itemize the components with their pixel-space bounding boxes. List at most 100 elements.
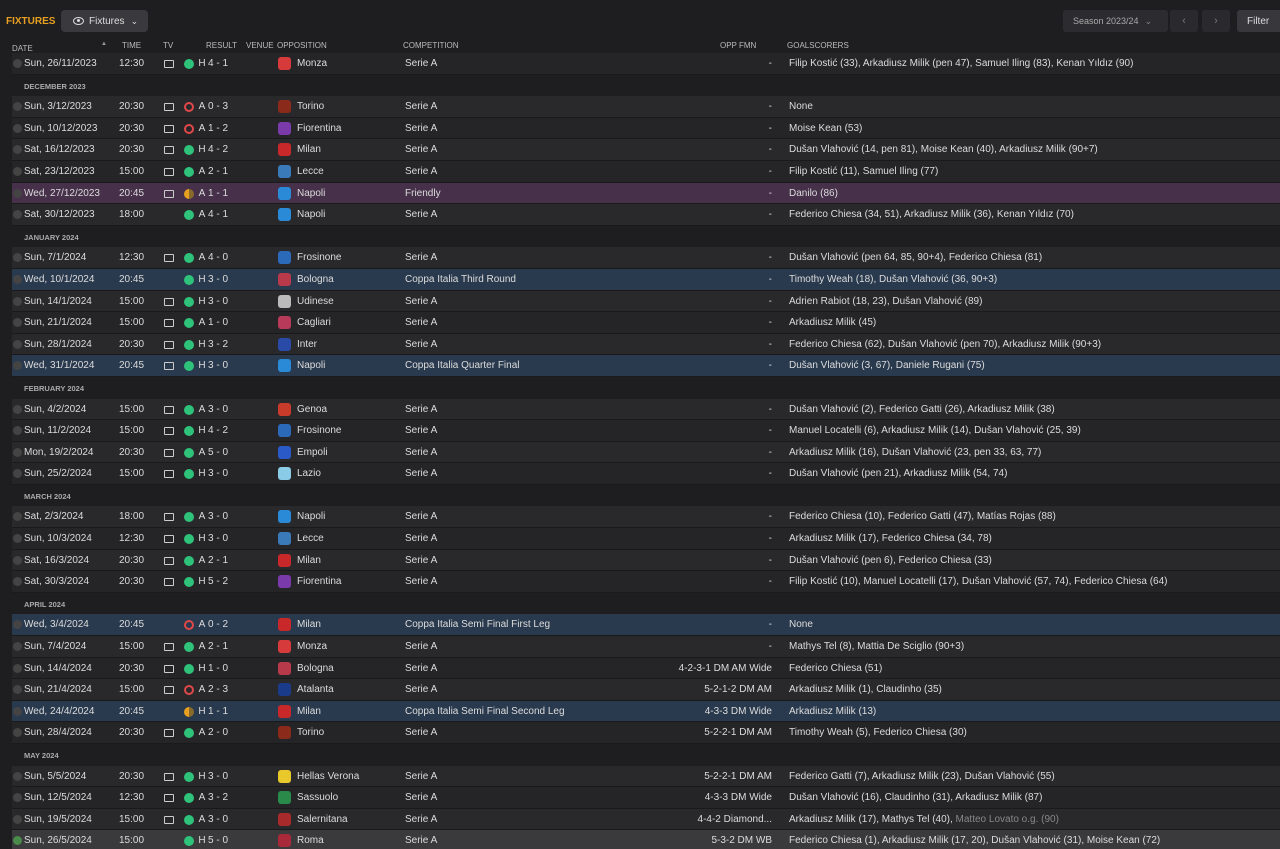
fixture-row[interactable]: Wed, 24/4/2024 20:45 1 - 1 H Milan Coppa Ital…: [12, 700, 1280, 723]
competition-name[interactable]: Serie A: [405, 663, 437, 674]
opposition-name[interactable]: Hellas Verona: [297, 771, 359, 782]
opposition-name[interactable]: Milan: [297, 144, 321, 155]
opposition-name[interactable]: Frosinone: [297, 252, 341, 263]
fixture-row[interactable]: Sun, 21/4/2024 15:00 2 - 3 A Atalanta Serie A…: [12, 679, 1280, 701]
opposition-name[interactable]: Lazio: [297, 468, 321, 479]
opposition-name[interactable]: Napoli: [297, 209, 325, 220]
fixture-row[interactable]: Sun, 7/4/2024 15:00 2 - 1 A Monza Serie A - Mat…: [12, 636, 1280, 658]
column-header-venue[interactable]: VENUE: [246, 41, 274, 50]
opposition-name[interactable]: Roma: [297, 835, 324, 846]
opposition-name[interactable]: Fiorentina: [297, 123, 341, 134]
fixture-row[interactable]: Wed, 31/1/2024 20:45 3 - 0 H Napoli Coppa Ita…: [12, 355, 1280, 377]
opposition-name[interactable]: Milan: [297, 706, 321, 717]
competition-name[interactable]: Serie A: [405, 835, 437, 846]
column-header-tv[interactable]: TV: [163, 41, 173, 50]
opposition-name[interactable]: Genoa: [297, 404, 327, 415]
opposition-name[interactable]: Bologna: [297, 663, 334, 674]
fixture-row[interactable]: Sun, 21/1/2024 15:00 1 - 0 A Cagliari Serie A…: [12, 312, 1280, 334]
opposition-name[interactable]: Salernitana: [297, 814, 348, 825]
column-header-opposition[interactable]: OPPOSITION: [277, 41, 327, 50]
competition-name[interactable]: Coppa Italia Semi Final Second Leg: [405, 706, 565, 717]
competition-name[interactable]: Serie A: [405, 576, 437, 587]
opposition-name[interactable]: Lecce: [297, 533, 324, 544]
competition-name[interactable]: Serie A: [405, 252, 437, 263]
fixture-row[interactable]: Wed, 3/4/2024 20:45 0 - 2 A Milan Coppa Itali…: [12, 614, 1280, 637]
opposition-name[interactable]: Napoli: [297, 188, 325, 199]
opposition-name[interactable]: Monza: [297, 58, 327, 69]
fixture-row[interactable]: Wed, 27/12/2023 20:45 1 - 1 A Napoli Friendly…: [12, 182, 1280, 205]
opposition-name[interactable]: Cagliari: [297, 317, 331, 328]
column-header-opp-fmn[interactable]: OPP FMN: [720, 41, 756, 50]
column-header-goalscorers[interactable]: GOALSCORERS: [787, 41, 849, 50]
opposition-name[interactable]: Torino: [297, 101, 324, 112]
opposition-name[interactable]: Sassuolo: [297, 792, 338, 803]
opposition-name[interactable]: Napoli: [297, 360, 325, 371]
fixture-row[interactable]: Wed, 10/1/2024 20:45 3 - 0 H Bologna Coppa It…: [12, 268, 1280, 291]
fixture-row[interactable]: Mon, 19/2/2024 20:30 5 - 0 A Empoli Serie A-A…: [12, 441, 1280, 464]
fixture-row[interactable]: Sun, 25/2/2024 15:00 3 - 0 H Lazio Serie A - Du…: [12, 463, 1280, 485]
fixture-row[interactable]: Sun, 3/12/2023 20:30 0 - 3 A Torino Serie A-N…: [12, 96, 1280, 118]
fixture-row[interactable]: Sat, 23/12/2023 15:00 2 - 1 A Lecce Serie A-F…: [12, 160, 1280, 183]
fixture-row[interactable]: Sun, 14/1/2024 15:00 3 - 0 H Udinese Serie A-…: [12, 290, 1280, 313]
fixture-row[interactable]: Sat, 16/12/2023 20:30 4 - 2 H Milan Serie A-D…: [12, 139, 1280, 161]
column-header-result[interactable]: RESULT: [206, 41, 237, 50]
opposition-name[interactable]: Bologna: [297, 274, 334, 285]
opposition-name[interactable]: Atalanta: [297, 684, 334, 695]
previous-button[interactable]: ‹: [1170, 10, 1198, 32]
fixture-row[interactable]: Sat, 30/12/2023 18:00 4 - 1 A Napoli Serie A-…: [12, 204, 1280, 226]
season-selector[interactable]: Season 2023/24 ⌄: [1063, 10, 1168, 32]
fixture-row[interactable]: Sun, 14/4/2024 20:30 1 - 0 H Bologna Serie A4…: [12, 657, 1280, 680]
opposition-name[interactable]: Fiorentina: [297, 576, 341, 587]
competition-name[interactable]: Coppa Italia Third Round: [405, 274, 516, 285]
competition-name[interactable]: Serie A: [405, 166, 437, 177]
opposition-name[interactable]: Udinese: [297, 296, 334, 307]
competition-name[interactable]: Serie A: [405, 684, 437, 695]
opposition-name[interactable]: Monza: [297, 641, 327, 652]
fixture-row[interactable]: Sun, 7/1/2024 12:30 4 - 0 A Frosinone Serie A…: [12, 247, 1280, 269]
competition-name[interactable]: Serie A: [405, 814, 437, 825]
fixture-row[interactable]: Sun, 4/2/2024 15:00 3 - 0 A Genoa Serie A - Duš…: [12, 398, 1280, 421]
competition-name[interactable]: Serie A: [405, 123, 437, 134]
competition-name[interactable]: Serie A: [405, 727, 437, 738]
competition-name[interactable]: Serie A: [405, 404, 437, 415]
competition-name[interactable]: Serie A: [405, 58, 437, 69]
fixture-row[interactable]: Sun, 28/4/2024 20:30 2 - 0 A Torino Serie A 5-…: [12, 722, 1280, 744]
competition-name[interactable]: Serie A: [405, 792, 437, 803]
fixture-row[interactable]: Sun, 26/5/2024 15:00 5 - 0 H Roma Serie A 5-3-…: [12, 830, 1280, 849]
competition-name[interactable]: Serie A: [405, 447, 437, 458]
fixture-row[interactable]: Sat, 16/3/2024 20:30 2 - 1 A Milan Serie A - Du…: [12, 549, 1280, 572]
opposition-name[interactable]: Torino: [297, 727, 324, 738]
column-header-competition[interactable]: COMPETITION: [403, 41, 459, 50]
competition-name[interactable]: Coppa Italia Quarter Final: [405, 360, 520, 371]
competition-name[interactable]: Serie A: [405, 555, 437, 566]
filter-button[interactable]: Filter: [1237, 10, 1280, 32]
competition-name[interactable]: Coppa Italia Semi Final First Leg: [405, 619, 550, 630]
fixture-row[interactable]: Sun, 19/5/2024 15:00 3 - 0 A Salernitana Seri…: [12, 808, 1280, 831]
fixture-row[interactable]: Sun, 28/1/2024 20:30 3 - 2 H Inter Serie A - Fe…: [12, 333, 1280, 356]
competition-name[interactable]: Serie A: [405, 317, 437, 328]
competition-name[interactable]: Serie A: [405, 425, 437, 436]
opposition-name[interactable]: Milan: [297, 619, 321, 630]
fixture-row[interactable]: Sun, 11/2/2024 15:00 4 - 2 H Frosinone Serie …: [12, 420, 1280, 442]
fixture-row[interactable]: Sun, 26/11/2023 12:30 4 - 1 H Monza Serie A-F…: [12, 53, 1280, 75]
view-selector-button[interactable]: Fixtures ⌄: [61, 10, 148, 32]
fixture-row[interactable]: Sun, 10/12/2023 20:30 1 - 2 A Fiorentina Seri…: [12, 117, 1280, 140]
fixture-row[interactable]: Sun, 10/3/2024 12:30 3 - 0 H Lecce Serie A - Ar…: [12, 528, 1280, 550]
competition-name[interactable]: Serie A: [405, 296, 437, 307]
competition-name[interactable]: Serie A: [405, 339, 437, 350]
competition-name[interactable]: Serie A: [405, 144, 437, 155]
opposition-name[interactable]: Lecce: [297, 166, 324, 177]
competition-name[interactable]: Serie A: [405, 209, 437, 220]
opposition-name[interactable]: Frosinone: [297, 425, 341, 436]
competition-name[interactable]: Serie A: [405, 511, 437, 522]
competition-name[interactable]: Friendly: [405, 188, 441, 199]
fixture-row[interactable]: Sat, 2/3/2024 18:00 3 - 0 A Napoli Serie A - Fe…: [12, 506, 1280, 529]
next-button[interactable]: ›: [1202, 10, 1230, 32]
fixture-row[interactable]: Sun, 5/5/2024 20:30 3 - 0 H Hellas Verona Ser…: [12, 765, 1280, 788]
fixture-row[interactable]: Sat, 30/3/2024 20:30 5 - 2 H Fiorentina Serie…: [12, 571, 1280, 593]
competition-name[interactable]: Serie A: [405, 533, 437, 544]
competition-name[interactable]: Serie A: [405, 641, 437, 652]
opposition-name[interactable]: Empoli: [297, 447, 328, 458]
opposition-name[interactable]: Napoli: [297, 511, 325, 522]
competition-name[interactable]: Serie A: [405, 101, 437, 112]
